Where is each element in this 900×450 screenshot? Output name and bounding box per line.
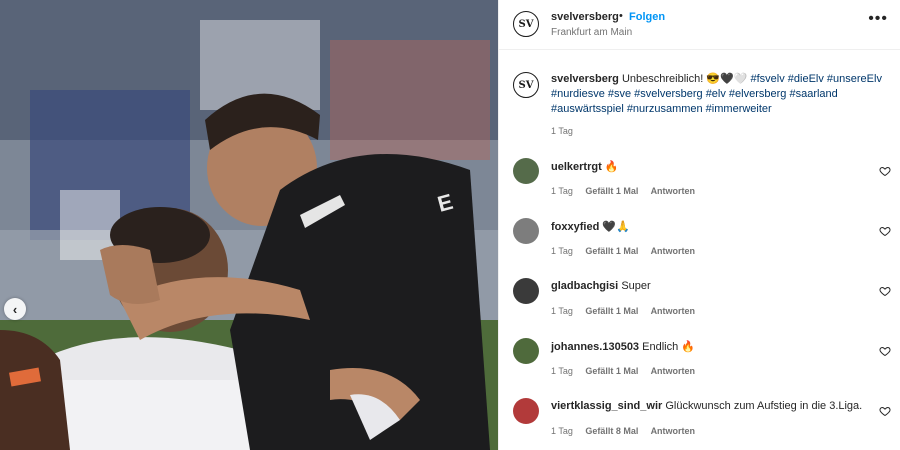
comment-likes[interactable]: Gefällt 1 Mal: [585, 186, 638, 196]
comment-meta: 1 Tag Gefällt 8 Mal Antworten: [551, 426, 705, 436]
heart-icon[interactable]: [879, 285, 891, 297]
heart-icon[interactable]: [879, 225, 891, 237]
caption-text: Unbeschreiblich! 😎🖤🤍: [621, 73, 748, 85]
comment-item: gladbachgisi Super 1 Tag Gefällt 1 Mal A…: [499, 278, 900, 328]
comment-text-line: uelkertrgt 🔥: [551, 160, 619, 173]
caption-avatar[interactable]: SV: [513, 72, 539, 98]
logo-icon: SV: [518, 79, 534, 91]
logo-icon: SV: [518, 18, 534, 30]
post-location[interactable]: Frankfurt am Main: [551, 27, 632, 38]
comment-text-line: gladbachgisi Super: [551, 280, 651, 292]
carousel-prev-button[interactable]: ‹: [4, 298, 26, 320]
comment-age: 1 Tag: [551, 246, 573, 256]
comment-text-line: johannes.130503 Endlich 🔥: [551, 340, 695, 353]
reply-button[interactable]: Antworten: [651, 366, 696, 376]
comment-meta: 1 Tag Gefällt 1 Mal Antworten: [551, 246, 705, 256]
comment-age: 1 Tag: [551, 366, 573, 376]
comment-age: 1 Tag: [551, 306, 573, 316]
follow-button[interactable]: Folgen: [629, 11, 665, 23]
comment-text-line: viertklassig_sind_wir Glückwunsch zum Au…: [551, 400, 862, 412]
account-username[interactable]: svelversberg: [551, 11, 619, 23]
comment-meta: 1 Tag Gefällt 1 Mal Antworten: [551, 186, 705, 196]
celebration-photo: E: [0, 0, 498, 450]
caption-body: svelversberg Unbeschreiblich! 😎🖤🤍 #fsvel…: [551, 72, 891, 117]
caption-username[interactable]: svelversberg: [551, 73, 619, 85]
comment-text: 🔥: [604, 161, 619, 173]
comment-text: Glückwunsch zum Aufstieg in die 3.Liga.: [665, 400, 863, 412]
account-avatar[interactable]: SV: [513, 11, 539, 37]
comment-age: 1 Tag: [551, 426, 573, 436]
commenter-avatar[interactable]: [513, 218, 539, 244]
comment-username[interactable]: viertklassig_sind_wir: [551, 400, 662, 412]
comment-meta: 1 Tag Gefällt 1 Mal Antworten: [551, 366, 705, 376]
comment-item: johannes.130503 Endlich 🔥 1 Tag Gefällt …: [499, 338, 900, 388]
comment-item: viertklassig_sind_wir Glückwunsch zum Au…: [499, 398, 900, 448]
post-header: SV svelversberg • Folgen Frankfurt am Ma…: [499, 0, 900, 50]
comment-username[interactable]: foxxyfied: [551, 221, 599, 233]
post-photo[interactable]: E ‹: [0, 0, 498, 450]
commenter-avatar[interactable]: [513, 338, 539, 364]
comment-likes[interactable]: Gefällt 1 Mal: [585, 306, 638, 316]
reply-button[interactable]: Antworten: [651, 186, 696, 196]
comment-username[interactable]: uelkertrgt: [551, 161, 602, 173]
comment-likes[interactable]: Gefällt 8 Mal: [585, 426, 638, 436]
heart-icon[interactable]: [879, 405, 891, 417]
comment-age: 1 Tag: [551, 186, 573, 196]
comment-meta: 1 Tag Gefällt 1 Mal Antworten: [551, 306, 705, 316]
reply-button[interactable]: Antworten: [651, 246, 696, 256]
comment-username[interactable]: gladbachgisi: [551, 280, 618, 292]
reply-button[interactable]: Antworten: [651, 426, 696, 436]
comment-text-line: foxxyfied 🖤🙏: [551, 220, 630, 233]
post-side-panel: SV svelversberg • Folgen Frankfurt am Ma…: [498, 0, 900, 450]
comment-likes[interactable]: Gefällt 1 Mal: [585, 246, 638, 256]
comment-text: 🖤🙏: [602, 221, 630, 233]
heart-icon[interactable]: [879, 165, 891, 177]
heart-icon[interactable]: [879, 345, 891, 357]
more-options-icon[interactable]: •••: [868, 11, 888, 27]
caption-age: 1 Tag: [551, 126, 573, 136]
comment-username[interactable]: johannes.130503: [551, 341, 639, 353]
comment-likes[interactable]: Gefällt 1 Mal: [585, 366, 638, 376]
commenter-avatar[interactable]: [513, 158, 539, 184]
separator-dot: •: [619, 10, 623, 22]
commenter-avatar[interactable]: [513, 278, 539, 304]
comment-item: uelkertrgt 🔥 1 Tag Gefällt 1 Mal Antwort…: [499, 158, 900, 208]
comment-item: foxxyfied 🖤🙏 1 Tag Gefällt 1 Mal Antwort…: [499, 218, 900, 268]
comment-text: Super: [621, 280, 651, 292]
commenter-avatar[interactable]: [513, 398, 539, 424]
comment-text: Endlich 🔥: [642, 341, 695, 353]
reply-button[interactable]: Antworten: [651, 306, 696, 316]
chevron-left-icon: ‹: [12, 301, 18, 317]
